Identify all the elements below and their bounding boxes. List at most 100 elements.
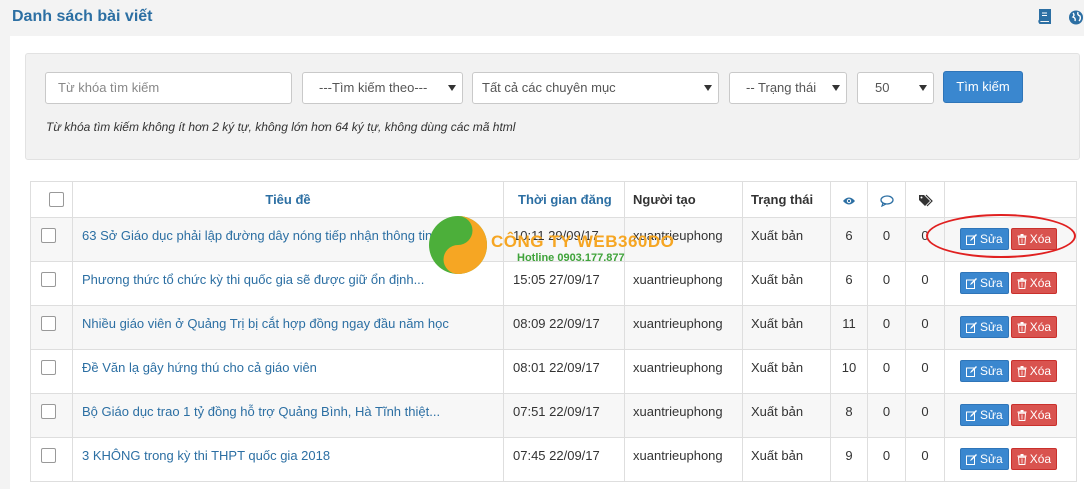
title-cell: Đề Văn lạ gây hứng thú cho cả giáo viên [72,349,504,394]
tags-cell: 0 [905,261,945,306]
comments-cell: 0 [867,217,906,262]
tags-cell: 0 [905,393,945,438]
category-value: Tất cả các chuyên mục [482,80,616,95]
comments-cell: 0 [867,305,906,350]
tags-cell: 0 [905,217,945,262]
keyword-field[interactable] [45,72,292,104]
delete-button[interactable]: Xóa [1010,228,1058,250]
row-checkbox[interactable] [41,228,56,243]
search-button[interactable]: Tìm kiếm [943,71,1023,103]
views-cell: 9 [830,437,868,482]
edit-label: Sửa [980,276,1003,290]
search-input[interactable] [58,73,291,102]
edit-icon [966,322,977,333]
book-icon[interactable] [1036,9,1052,26]
search-panel: ---Tìm kiếm theo--- Tất cả các chuyên mụ… [25,53,1080,160]
status-select[interactable]: -- Trạng thái [729,72,847,104]
edit-icon [966,410,977,421]
chevron-down-icon [448,85,456,91]
row-checkbox[interactable] [41,448,56,463]
page-title: Danh sách bài viết [12,8,153,25]
article-title-link[interactable]: Bộ Giáo dục trao 1 tỷ đồng hỗ trợ Quảng … [73,404,503,419]
creator-cell: xuantrieuphong [624,261,743,306]
edit-label: Sửa [980,408,1003,422]
delete-button[interactable]: Xóa [1010,360,1058,382]
per-page-select[interactable]: 50 [857,72,934,104]
delete-button[interactable]: Xóa [1010,404,1058,426]
table-row: Phương thức tổ chức kỳ thi quốc gia sẽ đ… [30,261,1077,306]
row-checkbox[interactable] [41,316,56,331]
tags-cell: 0 [905,349,945,394]
comments-cell: 0 [867,349,906,394]
row-checkbox[interactable] [41,404,56,419]
category-select[interactable]: Tất cả các chuyên mục [472,72,719,104]
article-title-link[interactable]: Đề Văn lạ gây hứng thú cho cả giáo viên [73,360,503,375]
table-row: 63 Sở Giáo dục phải lập đường dây nóng t… [30,217,1077,262]
table-row: Nhiều giáo viên ở Quảng Trị bị cắt hợp đ… [30,305,1077,350]
trash-icon [1017,410,1027,421]
status-cell: Xuất bản [742,393,831,438]
actions-cell: Sửa Xóa [944,393,1077,438]
articles-table: Tiêu đề Thời gian đăng Người tạo Trạng t… [30,181,1077,482]
actions-cell: Sửa Xóa [944,349,1077,394]
edit-icon [966,234,977,245]
delete-button[interactable]: Xóa [1010,316,1058,338]
globe-icon[interactable] [1068,9,1084,26]
column-header-title[interactable]: Tiêu đề [72,181,504,218]
column-header-views [830,181,868,218]
header-checkbox-cell [30,181,73,218]
delete-label: Xóa [1029,408,1052,422]
edit-label: Sửa [980,364,1003,378]
tags-icon [918,194,933,207]
edit-button[interactable]: Sửa [960,316,1009,338]
time-cell: 08:01 22/09/17 [503,349,625,394]
row-checkbox[interactable] [41,360,56,375]
comments-cell: 0 [867,261,906,306]
edit-label: Sửa [980,232,1003,246]
left-margin [0,36,10,489]
actions-cell: Sửa Xóa [944,305,1077,350]
edit-button[interactable]: Sửa [960,228,1009,250]
chevron-down-icon [704,85,712,91]
trash-icon [1017,454,1027,465]
delete-label: Xóa [1029,452,1052,466]
edit-button[interactable]: Sửa [960,404,1009,426]
creator-cell: xuantrieuphong [624,393,743,438]
trash-icon [1017,278,1027,289]
edit-icon [966,278,977,289]
creator-cell: xuantrieuphong [624,349,743,394]
article-title-link[interactable]: 3 KHÔNG trong kỳ thi THPT quốc gia 2018 [73,448,503,463]
article-title-link[interactable]: Nhiều giáo viên ở Quảng Trị bị cắt hợp đ… [73,316,503,331]
delete-button[interactable]: Xóa [1010,272,1058,294]
table-row: 3 KHÔNG trong kỳ thi THPT quốc gia 2018 0… [30,437,1077,482]
article-title-link[interactable]: 63 Sở Giáo dục phải lập đường dây nóng t… [73,228,503,243]
time-cell: 07:51 22/09/17 [503,393,625,438]
row-checkbox-cell [30,349,73,394]
tags-cell: 0 [905,437,945,482]
views-cell: 6 [830,261,868,306]
trash-icon [1017,366,1027,377]
status-cell: Xuất bản [742,305,831,350]
comment-icon [879,194,894,207]
table-row: Đề Văn lạ gây hứng thú cho cả giáo viên 0… [30,349,1077,394]
actions-cell: Sửa Xóa [944,261,1077,306]
title-cell: Nhiều giáo viên ở Quảng Trị bị cắt hợp đ… [72,305,504,350]
edit-button[interactable]: Sửa [960,448,1009,470]
article-title-link[interactable]: Phương thức tổ chức kỳ thi quốc gia sẽ đ… [73,272,503,287]
actions-cell: Sửa Xóa [944,437,1077,482]
delete-button[interactable]: Xóa [1010,448,1058,470]
status-cell: Xuất bản [742,261,831,306]
search-by-select[interactable]: ---Tìm kiếm theo--- [302,72,463,104]
select-all-checkbox[interactable] [49,192,64,207]
edit-button[interactable]: Sửa [960,360,1009,382]
column-header-creator: Người tạo [624,181,743,218]
edit-icon [966,454,977,465]
chevron-down-icon [832,85,840,91]
row-checkbox[interactable] [41,272,56,287]
edit-label: Sửa [980,320,1003,334]
trash-icon [1017,322,1027,333]
column-header-time[interactable]: Thời gian đăng [503,181,625,218]
row-checkbox-cell [30,261,73,306]
edit-button[interactable]: Sửa [960,272,1009,294]
eye-icon [843,197,855,205]
